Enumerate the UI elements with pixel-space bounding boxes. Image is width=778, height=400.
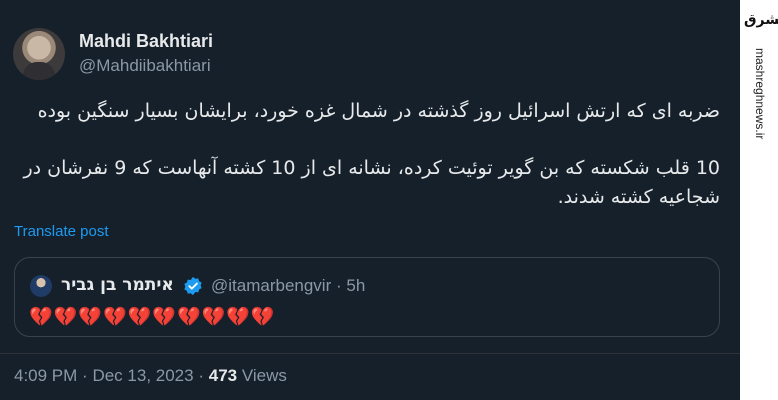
divider xyxy=(0,353,740,354)
author-avatar[interactable] xyxy=(13,28,65,80)
footer-separator: · xyxy=(198,366,204,385)
post-time[interactable]: 4:09 PM xyxy=(14,366,77,385)
quoted-time[interactable]: 5h xyxy=(346,276,365,295)
author-handle[interactable]: @Mahdiibakhtiari xyxy=(79,56,211,76)
watermark-strip: مشرق mashreghnews.ir xyxy=(740,0,778,400)
tweet-paragraph-1: ضربه ای که ارتش اسرائیل روز گذشته در شما… xyxy=(37,100,720,122)
footer-separator: · xyxy=(82,366,88,385)
mashregh-logo: مشرق xyxy=(744,12,778,28)
watermark-url: mashreghnews.ir xyxy=(753,48,767,140)
quoted-avatar[interactable] xyxy=(30,275,52,297)
quoted-display-name[interactable]: איתמר בן גביר xyxy=(61,275,174,295)
tweet-text: ضربه ای که ارتش اسرائیل روز گذشته در شما… xyxy=(14,97,720,212)
quoted-content: 💔💔💔💔💔💔💔💔💔💔 xyxy=(29,307,276,328)
quoted-handle[interactable]: @itamarbengvir xyxy=(211,276,331,295)
views-label: Views xyxy=(241,366,287,385)
tweet-card: Mahdi Bakhtiari @Mahdiibakhtiari ضربه ای… xyxy=(0,0,740,400)
quoted-meta: @itamarbengvir · 5h xyxy=(211,276,365,296)
tweet-paragraph-2: 10 قلب شکسته که بن گویر توئیت کرده، نشان… xyxy=(23,157,720,208)
quoted-tweet[interactable]: איתמר בן גביר @itamarbengvir · 5h 💔💔💔💔💔💔… xyxy=(14,257,720,337)
meta-separator: · xyxy=(335,276,342,295)
tweet-footer: 4:09 PM · Dec 13, 2023 · 473 Views xyxy=(14,366,287,386)
verified-badge-icon xyxy=(184,276,202,296)
post-date[interactable]: Dec 13, 2023 xyxy=(92,366,193,385)
views-count[interactable]: 473 xyxy=(209,366,237,385)
author-display-name[interactable]: Mahdi Bakhtiari xyxy=(79,31,213,52)
translate-post-link[interactable]: Translate post xyxy=(14,223,109,240)
